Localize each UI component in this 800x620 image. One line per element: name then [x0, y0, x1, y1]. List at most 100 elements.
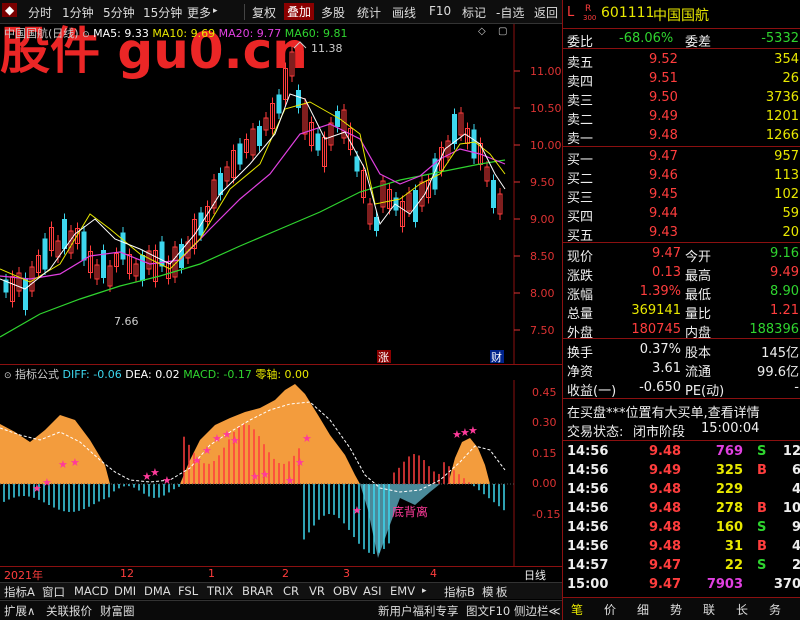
detail-tab[interactable]: 价 [604, 601, 616, 618]
f10-link[interactable]: 图文F10 [466, 603, 510, 619]
toolbar-diejia[interactable]: 叠加 [284, 3, 315, 20]
window-icon[interactable]: ▢ [498, 26, 507, 37]
detail-tab[interactable]: 务 [769, 601, 781, 618]
tick-side: S [757, 558, 767, 573]
star-marker: ★ [230, 434, 240, 447]
tab-asi[interactable]: ASI [363, 584, 382, 598]
bid-row[interactable]: 买一 9.47 957 [563, 148, 800, 168]
detail-tab[interactable]: 细 [637, 601, 649, 618]
toolbar-f10[interactable]: F10 [429, 4, 451, 18]
tab-board[interactable]: 板 [496, 584, 508, 600]
period-label[interactable]: 日线 [524, 567, 546, 583]
bid-row[interactable]: 买四 9.44 59 [563, 205, 800, 225]
star-marker: ★ [295, 456, 305, 469]
macd-chart[interactable]: 0.45 0.30 0.15 0.00 -0.15 ★ ★★ ★★★★★★★ ★★★ ★… [0, 380, 562, 566]
toolbar-fuquan[interactable]: 复权 [252, 4, 276, 21]
tab-indicator-b[interactable]: 指标B [444, 584, 475, 600]
toolbar-zixuan[interactable]: -自选 [496, 4, 524, 21]
tick-side: S [757, 444, 767, 459]
star-marker: ★ [250, 470, 260, 483]
weibi-row: 委比 -68.06% 委差 -5332 [563, 30, 800, 50]
tab-dmi[interactable]: DMI [114, 584, 136, 598]
detail-tab[interactable]: 笔 [571, 601, 583, 618]
tab-obv[interactable]: OBV [333, 584, 357, 598]
ask-row[interactable]: 卖五 9.52 354 [563, 51, 800, 71]
tick-price: 9.48 [649, 501, 682, 516]
notice-row[interactable]: 在买盘***位置有大买单,查看详情 [563, 401, 800, 421]
toolbar-more-arrow-icon: ▸ [213, 6, 218, 16]
trade-time: 15:00:04 [701, 421, 760, 436]
stock-code: 601111 [601, 5, 655, 21]
quote-value: 8.90 [770, 284, 799, 299]
tab-indicator-a[interactable]: 指标A [4, 584, 35, 600]
ask-row[interactable]: 卖二 9.49 1201 [563, 108, 800, 128]
tab-window[interactable]: 窗口 [42, 584, 65, 600]
detail-tab[interactable]: 势 [670, 601, 682, 618]
star-marker: ★ [212, 432, 222, 445]
bid-price: 9.44 [649, 206, 678, 221]
expand-button[interactable]: 扩展∧ [4, 603, 35, 619]
x-label: 2 [282, 567, 289, 580]
toolbar-fenshi[interactable]: 分时 [28, 4, 52, 21]
toolbar-unknown-icon[interactable]: ◆ [2, 3, 18, 17]
diff-area-positive [0, 415, 110, 484]
tick-volume: 31 [724, 539, 743, 554]
toolbar-1min[interactable]: 1分钟 [62, 4, 94, 21]
quote-label: 现价 [567, 250, 594, 265]
toolbar-duogu[interactable]: 多股 [321, 4, 345, 21]
tick-price: 9.48 [649, 520, 682, 535]
tick-count: 6 [791, 463, 800, 478]
kline-chart[interactable]: 股件 gu0.cn 11.00 10.50 10.00 9.50 9.00 8.… [0, 24, 562, 364]
tab-fsl[interactable]: FSL [178, 584, 198, 598]
price-tick: 10.00 [530, 139, 562, 152]
bid-row[interactable]: 买五 9.43 20 [563, 224, 800, 244]
new-user-benefit-link[interactable]: 新用户福利专享 [378, 603, 459, 619]
detail-tab[interactable]: 联 [703, 601, 715, 618]
toolbar-5min[interactable]: 5分钟 [103, 4, 135, 21]
big-order-notice[interactable]: 在买盘***位置有大买单,查看详情 [567, 402, 760, 421]
ask-row[interactable]: 卖三 9.50 3736 [563, 89, 800, 109]
tick-volume: 22 [724, 558, 743, 573]
star-marker: ★ [352, 504, 362, 517]
star-marker: ★ [58, 458, 68, 471]
macd-tick: 0.45 [532, 386, 557, 399]
bid-label: 买二 [567, 172, 594, 187]
indicator-tabs: 指标A 窗口 MACD DMI DMA FSL TRIX BRAR CR VR … [0, 582, 562, 599]
ask-volume: 1201 [765, 109, 799, 124]
toolbar-huaxian[interactable]: 画线 [392, 4, 416, 21]
toolbar-biaoji[interactable]: 标记 [462, 4, 486, 21]
tick-count: 9 [791, 520, 800, 535]
tick-time: 14:56 [567, 520, 609, 535]
weicha-value: -5332 [761, 31, 799, 46]
tab-brar[interactable]: BRAR [242, 584, 273, 598]
toolbar-15min[interactable]: 15分钟 [143, 4, 182, 21]
wealth-circle-button[interactable]: 财富圈 [100, 603, 135, 619]
price-tick: 9.00 [530, 213, 555, 226]
sidebar-toggle[interactable]: 侧边栏≪ [514, 603, 561, 619]
toolbar-fanhui[interactable]: 返回 [534, 4, 558, 21]
detail-tab[interactable]: 长 [736, 601, 748, 618]
tab-trix[interactable]: TRIX [207, 584, 233, 598]
bid-row[interactable]: 买三 9.45 102 [563, 186, 800, 206]
tab-cr[interactable]: CR [283, 584, 299, 598]
ask-volume: 3736 [765, 90, 799, 105]
tab-macd[interactable]: MACD [74, 584, 108, 598]
tab-emv[interactable]: EMV [390, 584, 415, 598]
tabs-scroll-icon[interactable]: ▸ [422, 586, 427, 596]
time-axis: 2021年 12 1 2 3 4 日线 [0, 566, 562, 583]
star-marker: ★ [192, 454, 202, 467]
diamond-icon[interactable]: ◇ [478, 26, 486, 37]
ma10-label: MA10: 9.69 [152, 27, 216, 40]
bid-row[interactable]: 买二 9.46 113 [563, 167, 800, 187]
low-price-label: 7.66 [114, 315, 139, 328]
tab-vr[interactable]: VR [309, 584, 325, 598]
ask-row[interactable]: 卖一 9.48 1266 [563, 127, 800, 147]
x-label: 4 [430, 567, 437, 580]
tab-template[interactable]: 模 [482, 584, 494, 600]
ask-row[interactable]: 卖四 9.51 26 [563, 70, 800, 90]
settings-icon[interactable]: ⊙ [82, 30, 90, 40]
related-quote-button[interactable]: 关联报价 [46, 603, 92, 619]
toolbar-more[interactable]: 更多 [187, 4, 211, 21]
toolbar-tongji[interactable]: 统计 [357, 4, 381, 21]
tab-dma[interactable]: DMA [144, 584, 171, 598]
